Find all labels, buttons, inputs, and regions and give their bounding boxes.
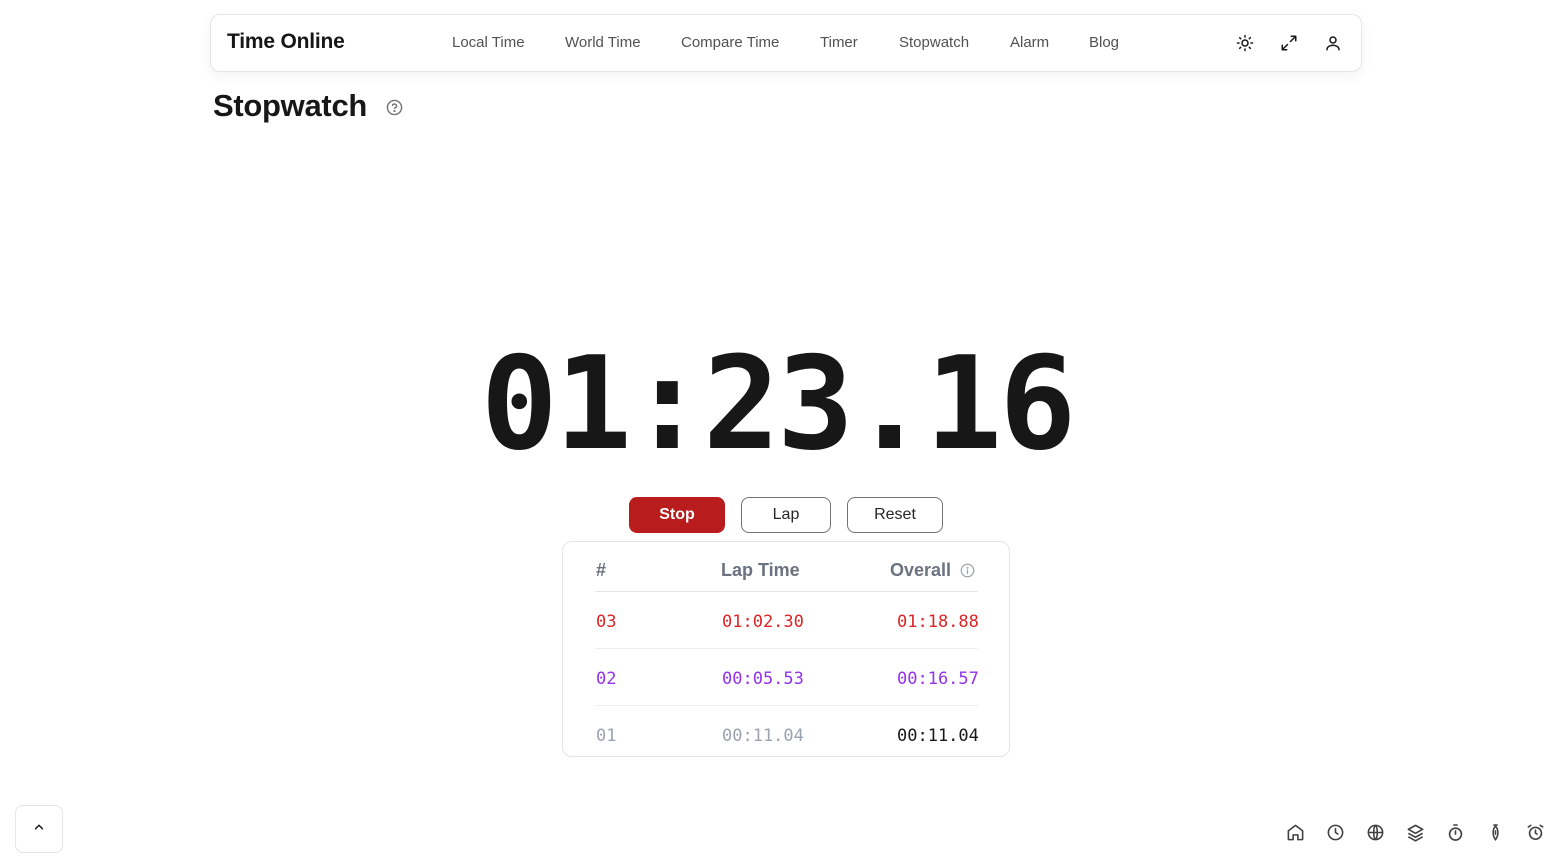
stopwatch-icon[interactable] <box>1446 823 1466 843</box>
reset-button[interactable]: Reset <box>847 497 943 533</box>
lap-time: 00:11.04 <box>722 726 804 746</box>
nav-link-blog[interactable]: Blog <box>1089 34 1119 51</box>
header-lap-time: Lap Time <box>721 560 800 580</box>
chevron-up-icon <box>32 820 46 839</box>
alarm-icon[interactable] <box>1526 823 1546 843</box>
table-row: 02 00:05.53 00:16.57 <box>595 649 979 706</box>
lap-overall: 01:18.88 <box>897 612 979 632</box>
lap-time: 01:02.30 <box>722 612 804 632</box>
scroll-to-top-button[interactable] <box>15 805 63 853</box>
lap-time: 00:05.53 <box>722 669 804 689</box>
lap-number: 03 <box>596 612 617 632</box>
sun-icon[interactable] <box>1235 31 1255 55</box>
nav-link-world-time[interactable]: World Time <box>565 34 641 51</box>
timer-icon[interactable] <box>1486 823 1506 843</box>
user-icon[interactable] <box>1323 31 1343 55</box>
help-circle-icon[interactable] <box>386 99 403 116</box>
nav-link-local-time[interactable]: Local Time <box>452 34 525 51</box>
layers-icon[interactable] <box>1406 823 1426 843</box>
nav-link-compare-time[interactable]: Compare Time <box>681 34 779 51</box>
laps-table: # Lap Time Overall 03 01:02.30 01:18.88 … <box>562 541 1010 757</box>
stop-button[interactable]: Stop <box>629 497 725 533</box>
lap-number: 01 <box>596 726 617 746</box>
top-navbar: Time Online Local Time World Time Compar… <box>210 14 1362 72</box>
table-row: 01 00:11.04 00:11.04 <box>595 706 979 763</box>
table-row: 03 01:02.30 01:18.88 <box>595 592 979 649</box>
stopwatch-display: 01:23.16 <box>480 330 1077 479</box>
nav-actions <box>1235 31 1343 55</box>
laps-table-header: # Lap Time Overall <box>595 560 978 592</box>
nav-link-alarm[interactable]: Alarm <box>1010 34 1049 51</box>
home-icon[interactable] <box>1286 823 1306 843</box>
page-title: Stopwatch <box>213 88 368 123</box>
clock-icon[interactable] <box>1326 823 1346 843</box>
brand-logo-text[interactable]: Time Online <box>227 30 345 54</box>
info-icon[interactable] <box>960 562 975 583</box>
lap-overall: 00:16.57 <box>897 669 979 689</box>
expand-icon[interactable] <box>1279 31 1299 55</box>
nav-link-stopwatch[interactable]: Stopwatch <box>899 34 969 51</box>
nav-link-timer[interactable]: Timer <box>820 34 858 51</box>
lap-number: 02 <box>596 669 617 689</box>
header-lap-number: # <box>596 560 607 580</box>
lap-overall: 00:11.04 <box>897 726 979 746</box>
globe-icon[interactable] <box>1366 823 1386 843</box>
header-overall: Overall <box>890 560 952 580</box>
lap-button[interactable]: Lap <box>741 497 831 533</box>
